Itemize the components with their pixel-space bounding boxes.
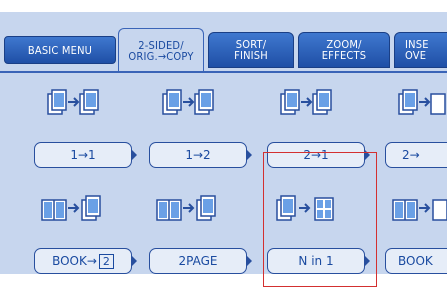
btn-1-to-1-label: 1→1 (70, 148, 96, 162)
btn-book-to-2-label: BOOK→ (52, 254, 97, 268)
btn-book-label: BOOK (398, 254, 433, 268)
btn-book[interactable]: BOOK (385, 248, 447, 274)
book-icon (392, 199, 447, 221)
btn-2-to-1[interactable]: 2→1 (267, 142, 370, 168)
tab-basic-menu[interactable]: BASIC MENU (4, 36, 116, 64)
tab-2-sided-line1: 2-SIDED/ (138, 38, 184, 52)
tab-insert-overlay[interactable]: INSE OVE (394, 32, 447, 68)
option-2-to-2[interactable]: 2→ (381, 84, 447, 170)
btn-n-in-1[interactable]: N in 1 (267, 248, 370, 274)
btn-2page[interactable]: 2PAGE (149, 248, 252, 274)
option-1-to-2[interactable]: 1→2 (145, 84, 252, 170)
tab-basic-label: BASIC MENU (27, 43, 93, 57)
n-in-1-icon (276, 195, 334, 221)
btn-2-to-2[interactable]: 2→ (385, 142, 447, 168)
1-to-1-icon (47, 89, 99, 115)
btn-1-to-2-label: 1→2 (185, 148, 211, 162)
option-n-in-1[interactable]: N in 1 (263, 190, 370, 276)
tab-sort-line2: FINISH (234, 49, 268, 62)
btn-2page-label: 2PAGE (178, 254, 218, 268)
2-to-2-icon (398, 89, 446, 115)
tab-2-sided-line2: ORIG.→COPY (128, 49, 194, 63)
copier-screen: BASIC MENU 2-SIDED/ ORIG.→COPY SORT/ FIN… (0, 0, 447, 287)
btn-2-to-1-label: 2→1 (303, 148, 329, 162)
1-to-2-icon (162, 89, 214, 115)
tab-underline (0, 71, 447, 73)
tab-zoom-effects[interactable]: ZOOM/ EFFECTS (298, 32, 390, 68)
btn-book-to-2[interactable]: BOOK→ 2 (34, 248, 137, 274)
btn-n-in-1-label: N in 1 (298, 254, 334, 268)
2page-icon (156, 195, 216, 221)
btn-1-to-1[interactable]: 1→1 (34, 142, 137, 168)
option-2page[interactable]: 2PAGE (145, 190, 252, 276)
2-to-1-icon (280, 89, 332, 115)
book-to-2-icon (41, 195, 101, 221)
option-1-to-1[interactable]: 1→1 (30, 84, 137, 170)
book-badge: 2 (98, 253, 114, 269)
tab-sort-finish[interactable]: SORT/ FINISH (208, 32, 294, 68)
option-2-to-1[interactable]: 2→1 (263, 84, 370, 170)
tab-zoom-line2: EFFECTS (321, 49, 367, 62)
tab-inse-line2: OVE (405, 49, 427, 62)
btn-2-to-2-label: 2→ (402, 148, 420, 162)
option-book-to-2[interactable]: BOOK→ 2 (30, 190, 137, 276)
option-book[interactable]: BOOK (381, 190, 447, 276)
tab-2-sided[interactable]: 2-SIDED/ ORIG.→COPY (118, 28, 204, 72)
btn-1-to-2[interactable]: 1→2 (149, 142, 252, 168)
